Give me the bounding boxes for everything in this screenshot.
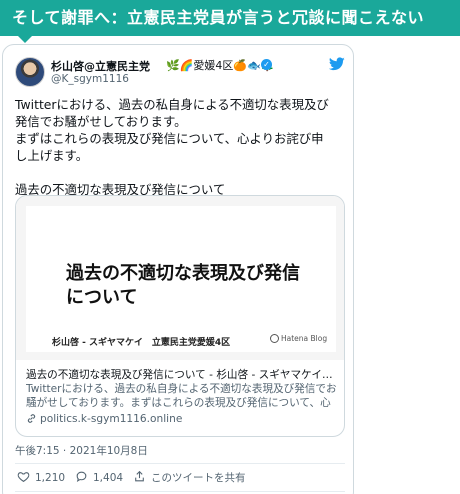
hatena-blog-badge: Hatena Blog <box>270 334 327 343</box>
name-emojis: 🌿🌈愛媛4区🍊🐟🌲 <box>166 59 275 72</box>
card-image-author: 杉山啓 - スギヤマケイ 立憲民主党愛媛4区 <box>52 338 231 348</box>
avatar[interactable] <box>15 57 45 87</box>
card-domain-text: politics.k-sgym1116.online <box>40 413 183 425</box>
bottom-divider <box>15 491 345 492</box>
verified-icon: ✓ <box>261 59 272 70</box>
article-banner: そして謝罪へ：立憲民主党員が言うと冗談に聞こえない <box>0 0 460 36</box>
reply-button[interactable]: 1,404 <box>75 470 123 486</box>
heart-icon <box>17 472 30 483</box>
tweet-timestamp[interactable]: 午後7:15 · 2021年10月8日 <box>15 443 148 458</box>
share-button[interactable]: このツイートを共有 <box>133 470 246 486</box>
card-title: 過去の不適切な表現及び発信について - 杉山啓 - スギヤマケイ 立憲民… <box>26 369 338 381</box>
like-button[interactable]: 1,210 <box>17 470 65 486</box>
link-icon <box>27 414 36 423</box>
hatena-logo-icon <box>270 334 279 343</box>
user-handle[interactable]: @K_sgym1116 <box>51 73 129 85</box>
share-icon <box>135 470 144 482</box>
hatena-badge-label: Hatena Blog <box>281 334 328 343</box>
share-label: このツイートを共有 <box>151 472 246 484</box>
twitter-bird-icon[interactable] <box>329 57 345 71</box>
banner-notch <box>18 36 32 43</box>
embedded-tweet[interactable]: 杉山啓@立憲民主党 🌿🌈愛媛4区🍊🐟🌲 ✓ @K_sgym1116 Twitte… <box>2 44 354 494</box>
comment-icon <box>76 471 87 482</box>
card-image[interactable]: 過去の不適切な表現及び発信について 杉山啓 - スギヤマケイ 立憲民主党愛媛4区… <box>16 196 344 360</box>
card-image-title: 過去の不適切な表現及び発信について <box>66 263 300 308</box>
reply-count: 1,404 <box>93 472 124 484</box>
link-card[interactable]: 過去の不適切な表現及び発信について 杉山啓 - スギヤマケイ 立憲民主党愛媛4区… <box>15 195 345 437</box>
like-count: 1,210 <box>35 472 66 484</box>
divider <box>15 463 345 464</box>
tweet-text: Twitterにおける、過去の私自身による不適切な表現及び 発信でお騒がせしてお… <box>15 97 329 197</box>
card-meta[interactable]: 過去の不適切な表現及び発信について - 杉山啓 - スギヤマケイ 立憲民… Tw… <box>26 368 338 426</box>
card-domain: politics.k-sgym1116.online <box>26 412 338 426</box>
display-name[interactable]: 杉山啓@立憲民主党 <box>51 58 150 74</box>
card-description: Twitterにおける、過去の私自身による不適切な表現及び発信でお騒がせしており… <box>26 383 337 409</box>
